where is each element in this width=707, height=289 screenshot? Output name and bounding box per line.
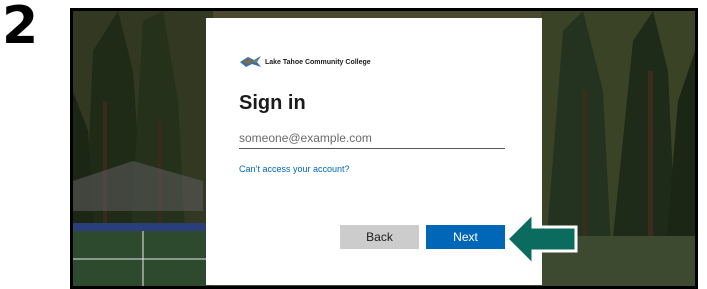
next-button[interactable]: Next bbox=[426, 225, 505, 249]
org-name: Lake Tahoe Community College bbox=[265, 59, 371, 66]
step-number: 2 bbox=[2, 0, 38, 56]
email-input[interactable] bbox=[239, 128, 505, 149]
screenshot-frame: Lake Tahoe Community College Sign in Can… bbox=[70, 8, 698, 289]
back-button[interactable]: Back bbox=[340, 225, 419, 249]
page-title: Sign in bbox=[239, 92, 306, 114]
signin-card: Lake Tahoe Community College Sign in Can… bbox=[206, 18, 542, 285]
pointer-arrow-icon bbox=[504, 209, 578, 269]
ltcc-logo-icon bbox=[240, 56, 261, 67]
cant-access-link[interactable]: Can’t access your account? bbox=[239, 164, 350, 174]
